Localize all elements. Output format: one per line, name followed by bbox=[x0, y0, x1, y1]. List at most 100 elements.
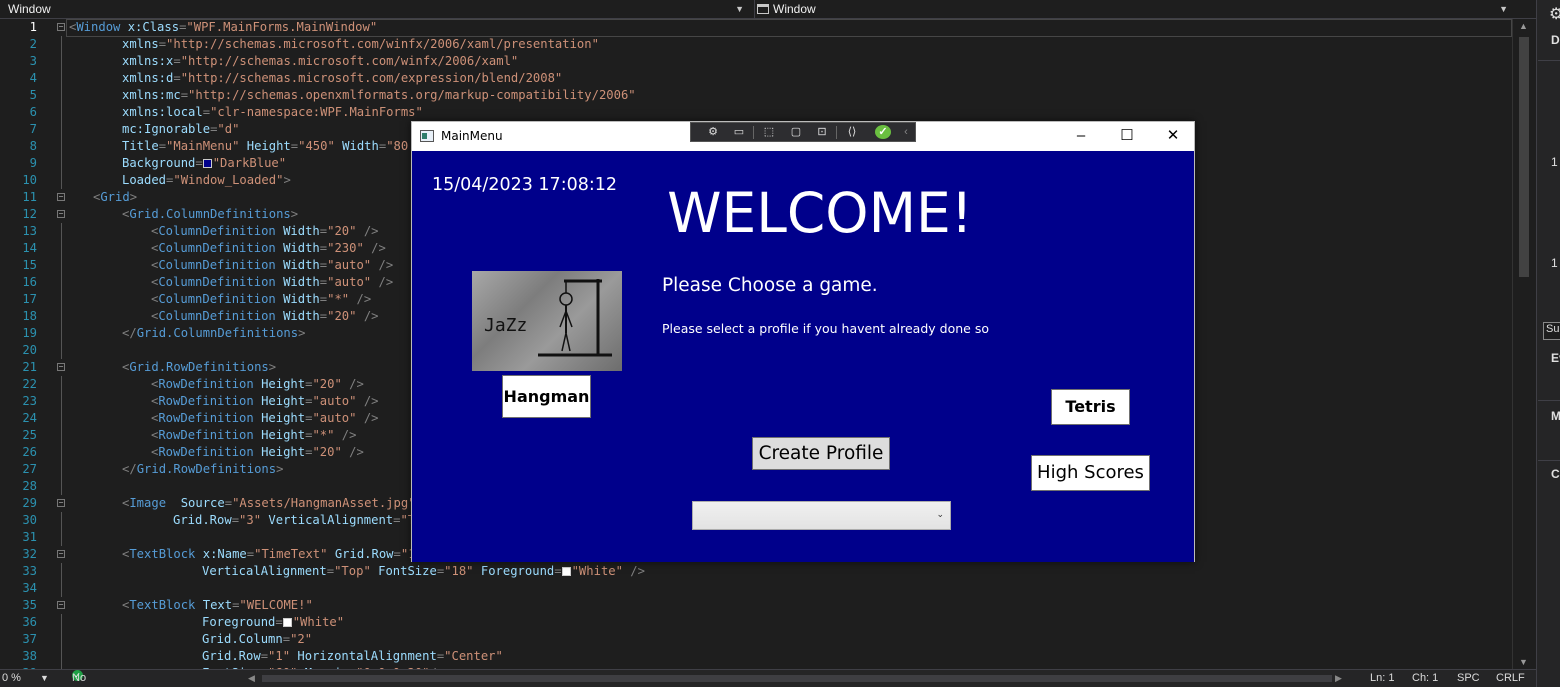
window-icon bbox=[757, 4, 769, 14]
line-ending-indicator[interactable]: CRLF bbox=[1496, 670, 1525, 687]
line-number: 32 bbox=[22, 547, 37, 561]
issues-text: No issues found bbox=[72, 672, 87, 684]
hangman-image: JaZz bbox=[472, 271, 622, 371]
outline-guide bbox=[61, 172, 62, 189]
chevron-down-icon[interactable]: ▼ bbox=[40, 670, 49, 687]
line-indicator[interactable]: Ln: 1 bbox=[1370, 670, 1394, 687]
line-number: 23 bbox=[22, 394, 37, 408]
binding-failures-icon[interactable]: ⟨⟩ bbox=[844, 125, 860, 139]
line-number: 24 bbox=[22, 411, 37, 425]
code-line[interactable]: 38 Grid.Row="1" HorizontalAlignment="Cent… bbox=[0, 648, 1512, 665]
outline-guide bbox=[61, 478, 62, 495]
code-line[interactable]: 34 bbox=[0, 580, 1512, 597]
code-line[interactable]: 35 − <TextBlock Text="WELCOME!" bbox=[0, 597, 1512, 614]
collapse-region-icon[interactable]: − bbox=[57, 550, 65, 558]
line-number: 37 bbox=[22, 632, 37, 646]
code-line[interactable]: 2 xmlns="http://schemas.microsoft.com/win… bbox=[0, 36, 1512, 53]
create-profile-button[interactable]: Create Profile bbox=[752, 437, 890, 470]
code-text: Loaded="Window_Loaded"> bbox=[122, 173, 291, 187]
collapse-region-icon[interactable]: − bbox=[57, 499, 65, 507]
collapse-region-icon[interactable]: − bbox=[57, 601, 65, 609]
gallows-drawing: JaZz bbox=[484, 279, 612, 357]
record-icon[interactable]: ▭ bbox=[731, 125, 747, 139]
collapse-toolbar-icon[interactable]: ‹ bbox=[898, 125, 914, 139]
code-text: mc:Ignorable="d" bbox=[122, 122, 240, 136]
collapse-region-icon[interactable]: − bbox=[57, 193, 65, 201]
hangman-button[interactable]: Hangman bbox=[502, 375, 591, 418]
type-dropdown[interactable]: Window ▼ bbox=[0, 0, 748, 19]
line-number: 13 bbox=[22, 224, 37, 238]
code-text: <TextBlock Text="WELCOME!" bbox=[122, 598, 313, 612]
code-line[interactable]: 33 VerticalAlignment="Top" FontSize="18" … bbox=[0, 563, 1512, 580]
code-text: <Grid.RowDefinitions> bbox=[122, 360, 277, 374]
time-text: 15/04/2023 17:08:12 bbox=[432, 175, 618, 195]
layout-adorner-icon[interactable]: ▢ bbox=[788, 125, 804, 139]
code-text: xmlns:mc="http://schemas.openxmlformats.… bbox=[122, 88, 636, 102]
scroll-down-icon[interactable]: ▼ bbox=[1519, 657, 1528, 667]
profile-combobox[interactable]: ⌄ bbox=[692, 501, 951, 530]
line-number: 2 bbox=[29, 37, 37, 51]
window-title-bar[interactable]: MainMenu ⚙ ▭ ⬚ ▢ ⊡ ⟨⟩ ✓ ‹ – ☐ ✕ bbox=[412, 122, 1194, 151]
scroll-up-icon[interactable]: ▲ bbox=[1519, 21, 1528, 31]
code-text: VerticalAlignment="Top" FontSize="18" Fo… bbox=[202, 564, 645, 578]
column-indicator[interactable]: Ch: 1 bbox=[1412, 670, 1438, 687]
track-focus-icon[interactable]: ⊡ bbox=[814, 125, 830, 139]
zoom-level[interactable]: 0 % bbox=[2, 670, 21, 687]
code-line[interactable]: 4 xmlns:d="http://schemas.microsoft.com/e… bbox=[0, 70, 1512, 87]
document-navigation-bar: Window ▼ Window ▼ bbox=[0, 0, 1536, 19]
tetris-button[interactable]: Tetris bbox=[1051, 389, 1130, 425]
horizontal-scrollbar-thumb[interactable] bbox=[262, 675, 1332, 682]
minimize-button[interactable]: – bbox=[1058, 122, 1104, 151]
line-number: 35 bbox=[22, 598, 37, 612]
code-line[interactable]: 6 xmlns:local="clr-namespace:WPF.MainForm… bbox=[0, 104, 1512, 121]
panel-label: Ev bbox=[1551, 351, 1560, 365]
scrollbar-thumb[interactable] bbox=[1519, 37, 1529, 277]
outline-guide bbox=[61, 70, 62, 87]
check-icon[interactable]: ✓ bbox=[875, 125, 891, 139]
line-number: 1 bbox=[29, 20, 37, 34]
chevron-down-icon: ⌄ bbox=[936, 509, 944, 519]
outline-guide bbox=[61, 393, 62, 410]
choose-game-text: Please Choose a game. bbox=[662, 275, 878, 296]
gear-icon[interactable]: ⚙ bbox=[1549, 4, 1560, 24]
line-number: 4 bbox=[29, 71, 37, 85]
outline-guide bbox=[61, 563, 62, 580]
scroll-left-icon[interactable]: ◀ bbox=[248, 670, 255, 687]
maximize-button[interactable]: ☐ bbox=[1104, 122, 1150, 151]
pointer-select-icon[interactable]: ⬚ bbox=[761, 125, 777, 139]
select-element-icon[interactable]: ⚙ bbox=[705, 125, 721, 139]
collapse-region-icon[interactable]: − bbox=[57, 210, 65, 218]
collapse-region-icon[interactable]: − bbox=[57, 363, 65, 371]
code-text: Foreground= "White" bbox=[202, 615, 345, 629]
code-text: xmlns:local="clr-namespace:WPF.MainForms… bbox=[122, 105, 423, 119]
editor-vertical-scrollbar[interactable]: ▲ ▼ bbox=[1512, 19, 1536, 669]
outline-guide bbox=[61, 325, 62, 342]
search-input[interactable]: Su bbox=[1543, 322, 1560, 340]
line-number: 3 bbox=[29, 54, 37, 68]
line-number: 38 bbox=[22, 649, 37, 663]
code-text: <RowDefinition Height="20" /> bbox=[151, 445, 364, 459]
line-number: 10 bbox=[22, 173, 37, 187]
outline-guide bbox=[61, 631, 62, 648]
close-button[interactable]: ✕ bbox=[1150, 122, 1196, 151]
panel-label: Cl bbox=[1551, 467, 1560, 481]
code-line[interactable]: 1 − <Window x:Class="WPF.MainForms.MainWin… bbox=[0, 19, 1512, 37]
code-line[interactable]: 5 xmlns:mc="http://schemas.openxmlformats… bbox=[0, 87, 1512, 104]
line-number: 26 bbox=[22, 445, 37, 459]
code-line[interactable]: 3 xmlns:x="http://schemas.microsoft.com/w… bbox=[0, 53, 1512, 70]
line-number: 17 bbox=[22, 292, 37, 306]
member-dropdown[interactable]: Window ▼ bbox=[754, 0, 1512, 19]
outline-guide bbox=[61, 461, 62, 478]
scroll-right-icon[interactable]: ▶ bbox=[1335, 670, 1342, 687]
code-line[interactable]: 36 Foreground= "White" bbox=[0, 614, 1512, 631]
outline-guide bbox=[61, 410, 62, 427]
code-line[interactable]: 37 Grid.Column="2" bbox=[0, 631, 1512, 648]
line-number: 33 bbox=[22, 564, 37, 578]
code-text: <Grid.ColumnDefinitions> bbox=[122, 207, 299, 221]
color-swatch bbox=[561, 567, 571, 576]
collapse-region-icon[interactable]: − bbox=[57, 23, 65, 31]
outline-guide bbox=[61, 104, 62, 121]
whitespace-indicator[interactable]: SPC bbox=[1457, 670, 1480, 687]
status-bar: 0 % ▼ ✓No issues found ◀ ▶ Ln: 1 Ch: 1 S… bbox=[0, 669, 1536, 687]
high-scores-button[interactable]: High Scores bbox=[1031, 455, 1150, 491]
